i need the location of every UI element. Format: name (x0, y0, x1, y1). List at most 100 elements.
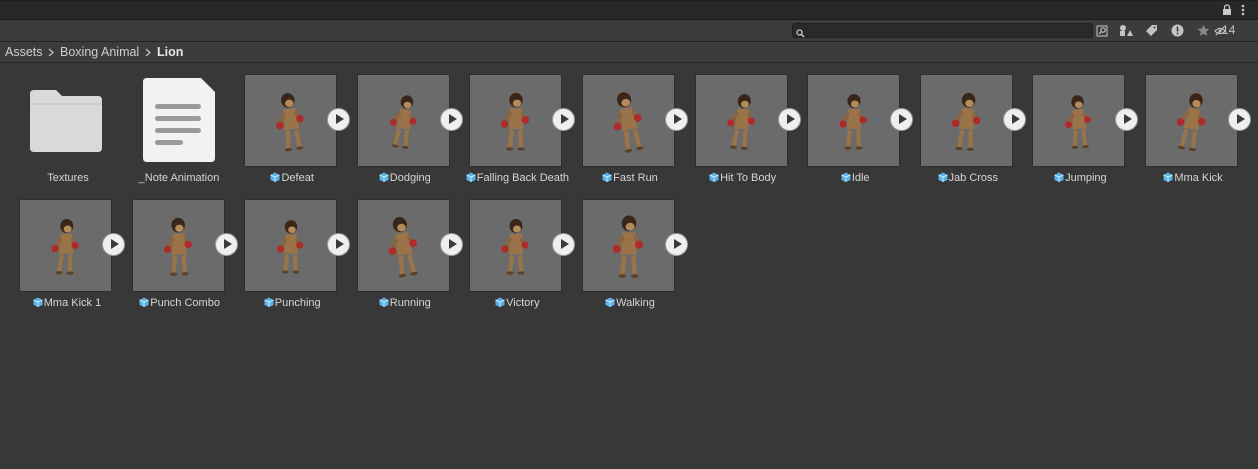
asset-label: Punch Combo (124, 297, 236, 309)
model-cube-icon (709, 172, 719, 182)
asset-animation-model[interactable]: Walking (582, 199, 694, 319)
asset-label: Running (349, 297, 461, 309)
asset-animation-model[interactable]: Punch Combo (131, 199, 244, 319)
type-filter-icon[interactable] (1116, 22, 1136, 39)
asset-text-file[interactable]: _Note Animation (133, 74, 245, 194)
asset-label: Punching (236, 297, 348, 309)
asset-label-text: Mma Kick (1174, 172, 1223, 184)
asset-thumbnail (694, 74, 788, 167)
model-cube-icon (33, 297, 43, 307)
asset-label-text: Punching (274, 297, 321, 309)
asset-label: Dodging (349, 172, 461, 184)
asset-label-text: Dodging (389, 172, 431, 184)
model-cube-icon (1163, 172, 1174, 182)
asset-grid: Textures _Note Animation Defeat Dodging … (0, 63, 1258, 469)
asset-animation-model[interactable]: Falling Back Death (466, 74, 581, 194)
project-toolbar: 14 (0, 20, 1258, 42)
play-icon[interactable] (665, 108, 688, 131)
asset-animation-model[interactable]: Idle (807, 74, 919, 194)
asset-label-text: Mma Kick 1 (43, 297, 102, 309)
asset-label-text: Running (389, 297, 431, 309)
play-icon[interactable] (552, 233, 576, 256)
play-icon[interactable] (665, 233, 688, 256)
model-cube-icon (495, 297, 505, 307)
model-cube-icon (1054, 172, 1064, 182)
asset-label-text: Fast Run (613, 172, 658, 184)
asset-thumbnail (244, 199, 338, 292)
asset-folder[interactable]: Textures (20, 74, 132, 194)
asset-label: Hit To Body (687, 172, 799, 184)
asset-thumbnail (131, 199, 225, 292)
model-cube-icon (841, 172, 851, 182)
model-cube-icon (379, 172, 389, 182)
log-icon[interactable] (1167, 22, 1187, 39)
asset-thumbnail (582, 199, 675, 292)
play-icon[interactable] (1115, 108, 1139, 131)
asset-animation-model[interactable]: Jab Cross (919, 74, 1032, 194)
asset-thumbnail (919, 74, 1013, 167)
breadcrumb-item-boxing-animal[interactable]: Boxing Animal (60, 42, 139, 62)
asset-label-text: Falling Back Death (476, 172, 570, 184)
asset-animation-model[interactable]: Jumping (1032, 74, 1144, 194)
asset-label: Fast Run (574, 172, 686, 184)
asset-thumbnail (1032, 74, 1126, 167)
asset-animation-model[interactable]: Mma Kick (1145, 74, 1257, 194)
asset-thumbnail (582, 74, 675, 167)
asset-animation-model[interactable]: Dodging (356, 74, 469, 194)
play-icon[interactable] (552, 108, 576, 131)
favorite-icon[interactable] (1193, 22, 1213, 39)
play-icon[interactable] (890, 108, 914, 131)
scene-search-icon[interactable] (1092, 22, 1112, 39)
play-icon[interactable] (102, 233, 125, 256)
play-icon[interactable] (1228, 108, 1251, 131)
asset-animation-model[interactable]: Hit To Body (694, 74, 807, 194)
asset-label-text: Defeat (281, 172, 314, 184)
hidden-packages-count: 14 (1222, 23, 1236, 37)
asset-thumbnail (807, 74, 901, 167)
asset-label-text: Jab Cross (948, 172, 999, 184)
asset-label-text: Walking (616, 297, 655, 309)
breadcrumb-current[interactable]: Lion (157, 42, 183, 62)
asset-animation-model[interactable]: Victory (469, 199, 581, 319)
play-icon[interactable] (327, 233, 351, 256)
play-icon[interactable] (327, 108, 351, 131)
play-icon[interactable] (439, 233, 463, 256)
play-icon[interactable] (439, 108, 463, 131)
asset-label-text: Hit To Body (720, 172, 777, 184)
asset-label: Mma Kick (1137, 172, 1249, 184)
asset-label: _Note Animation (138, 172, 220, 184)
asset-animation-model[interactable]: Defeat (244, 74, 356, 194)
label-filter-icon[interactable] (1141, 22, 1161, 39)
asset-label: Walking (574, 297, 686, 309)
breadcrumb-item-assets[interactable]: Assets (5, 42, 43, 62)
asset-label: Idle (799, 172, 911, 184)
asset-thumbnail (1145, 74, 1238, 167)
model-cube-icon (139, 297, 149, 307)
asset-animation-model[interactable]: Punching (244, 199, 356, 319)
text-file-icon (143, 78, 215, 167)
asset-thumbnail (469, 199, 563, 292)
asset-label-text: Jumping (1065, 172, 1107, 184)
asset-label: Textures (47, 172, 89, 184)
asset-animation-model[interactable]: Fast Run (582, 74, 694, 194)
play-icon[interactable] (214, 233, 238, 256)
model-cube-icon (602, 172, 612, 182)
asset-label-text: Victory (506, 297, 540, 309)
model-cube-icon (379, 297, 389, 307)
lock-icon[interactable] (1222, 4, 1232, 19)
asset-label: Victory (461, 297, 573, 309)
play-icon[interactable] (777, 108, 801, 131)
asset-label: Defeat (236, 172, 348, 184)
asset-thumbnail (356, 199, 450, 292)
more-icon[interactable] (1241, 4, 1245, 19)
play-icon[interactable] (1002, 108, 1026, 131)
asset-label-text: Idle (851, 172, 870, 184)
window-top-bar (0, 0, 1258, 20)
asset-animation-model[interactable]: Running (356, 199, 469, 319)
asset-animation-model[interactable]: Mma Kick 1 (19, 199, 131, 319)
search-icon (796, 25, 805, 38)
asset-label-text: Punch Combo (150, 297, 220, 309)
asset-thumbnail (356, 74, 450, 167)
asset-thumbnail (244, 74, 338, 167)
search-input[interactable] (792, 23, 1093, 38)
